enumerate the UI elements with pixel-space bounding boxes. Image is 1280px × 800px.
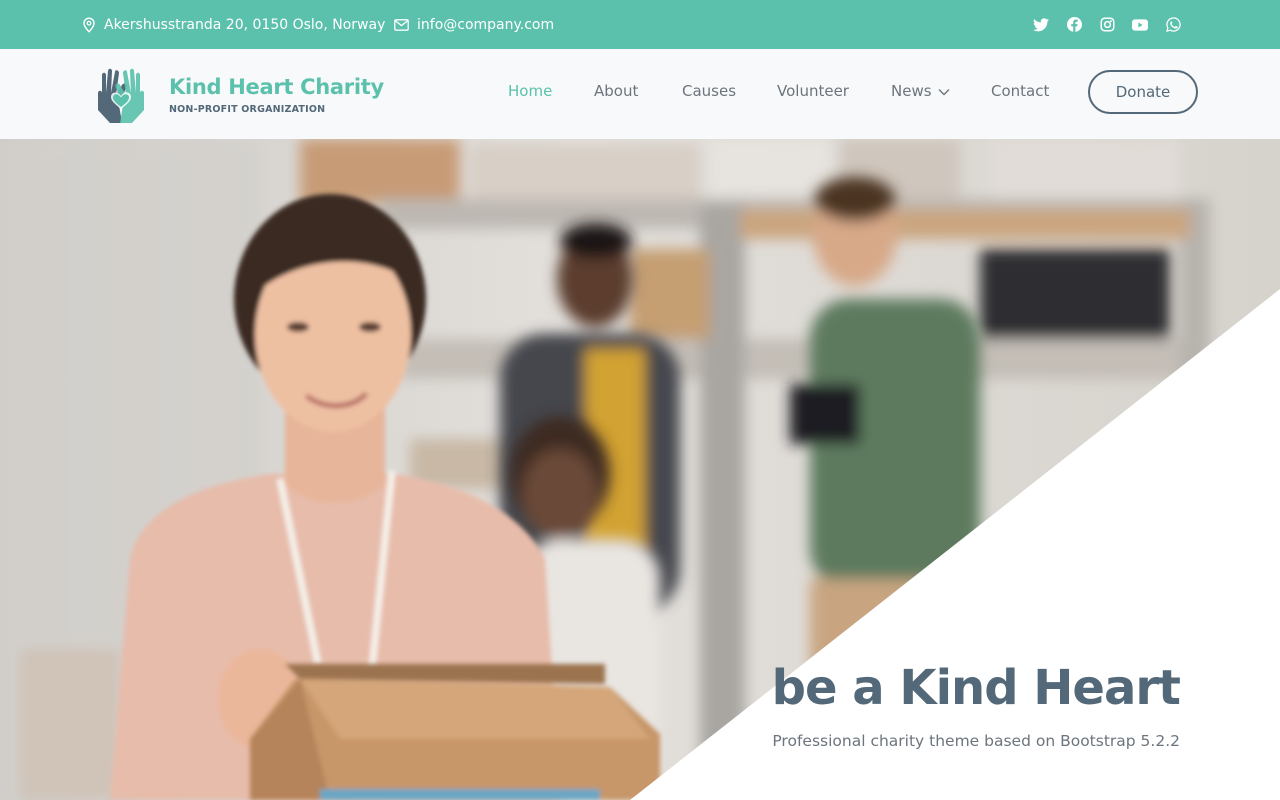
whatsapp-icon[interactable]: [1165, 17, 1181, 33]
email-link[interactable]: info@company.com: [417, 17, 554, 33]
map-pin-icon: [83, 16, 95, 33]
nav-news-dropdown[interactable]: News: [891, 82, 950, 100]
nav-volunteer[interactable]: Volunteer: [777, 82, 849, 100]
hero-subtitle: Professional charity theme based on Boot…: [772, 732, 1180, 750]
top-contact-bar: Akershusstranda 20, 0150 Oslo, Norway in…: [0, 0, 1280, 49]
chevron-down-icon: [938, 88, 950, 95]
nav-contact[interactable]: Contact: [991, 82, 1049, 100]
helping-hands-heart-icon[interactable]: [90, 63, 152, 125]
social-links: [1016, 0, 1181, 49]
main-navbar: Kind Heart Charity NON-PROFIT ORGANIZATI…: [0, 49, 1280, 139]
twitter-icon[interactable]: [1033, 17, 1049, 33]
instagram-icon[interactable]: [1099, 17, 1115, 33]
youtube-icon[interactable]: [1132, 17, 1148, 33]
hero-title: be a Kind Heart: [771, 660, 1181, 716]
nav-news-label: News: [891, 82, 932, 100]
address-item: Akershusstranda 20, 0150 Oslo, Norway: [82, 0, 385, 49]
nav-home[interactable]: Home: [508, 82, 552, 100]
nav-about[interactable]: About: [594, 82, 638, 100]
hero-section: be a Kind Heart Professional charity the…: [0, 139, 1280, 800]
address-text: Akershusstranda 20, 0150 Oslo, Norway: [104, 16, 386, 33]
facebook-icon[interactable]: [1066, 17, 1082, 33]
brand-name[interactable]: Kind Heart Charity: [169, 75, 384, 99]
brand-tagline: NON-PROFIT ORGANIZATION: [169, 104, 326, 115]
envelope-icon: [394, 18, 409, 31]
donate-button[interactable]: Donate: [1088, 70, 1198, 114]
nav-causes[interactable]: Causes: [682, 82, 736, 100]
email-item[interactable]: info@company.com: [394, 0, 554, 49]
